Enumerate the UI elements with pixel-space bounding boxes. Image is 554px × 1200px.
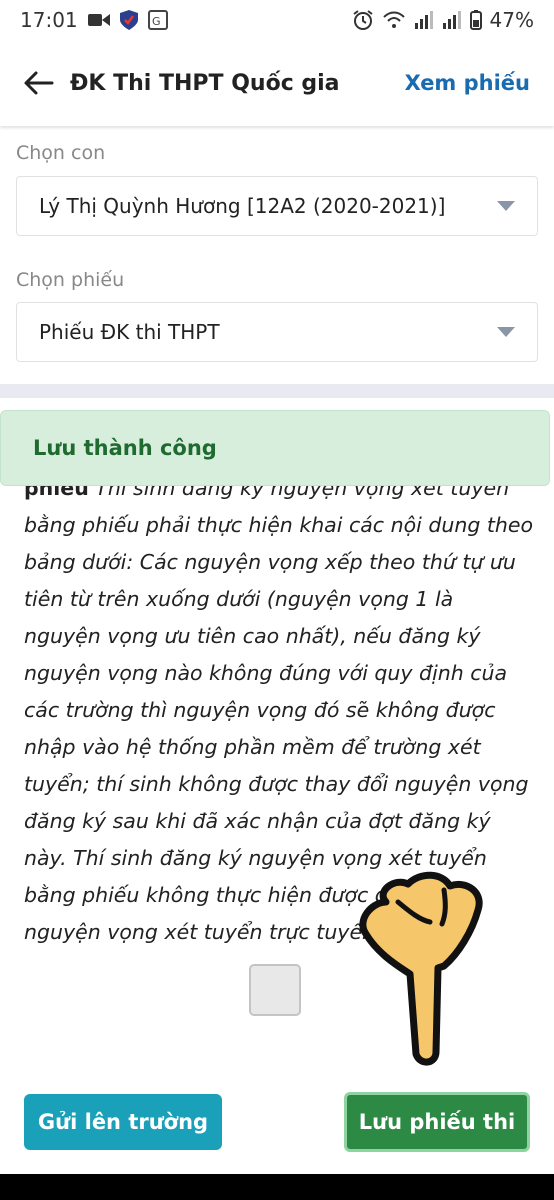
save-button-label: Lưu phiếu thi (358, 1110, 516, 1134)
wifi-icon (382, 11, 406, 29)
signal-icon (442, 11, 462, 29)
battery-percent: 47% (489, 8, 534, 32)
status-right: 47% (352, 8, 534, 32)
back-arrow-icon[interactable] (22, 66, 56, 100)
form-select-label: Chọn phiếu (16, 269, 125, 291)
chevron-down-icon (497, 327, 515, 337)
signal-icon (414, 11, 434, 29)
page-title: ĐK Thi THPT Quốc gia (70, 70, 340, 96)
instructions-text: phiếu Thí sinh đăng ký nguyện vọng xét t… (24, 470, 534, 951)
status-time: 17:01 (20, 8, 78, 32)
save-form-button[interactable]: Lưu phiếu thi (344, 1092, 530, 1152)
toast-message: Lưu thành công (33, 436, 217, 460)
form-select-value: Phiếu ĐK thi THPT (39, 320, 220, 344)
translate-icon: G (147, 10, 168, 30)
shield-icon (119, 10, 138, 30)
status-bar: 17:01 G 47% (0, 0, 554, 40)
instructions-body: Thí sinh đăng ký nguyện vọng xét tuyển b… (24, 476, 534, 944)
child-select-label: Chọn con (16, 142, 106, 164)
confirm-checkbox[interactable] (249, 964, 301, 1016)
view-form-button[interactable]: Xem phiếu (405, 71, 530, 95)
svg-text:G: G (152, 15, 161, 28)
chevron-down-icon (497, 201, 515, 211)
form-select[interactable]: Phiếu ĐK thi THPT (16, 302, 538, 362)
battery-icon (469, 10, 482, 30)
child-select[interactable]: Lý Thị Quỳnh Hương [12A2 (2020-2021)] (16, 176, 538, 236)
success-toast: Lưu thành công (0, 410, 550, 486)
video-icon (87, 12, 110, 28)
send-to-school-button[interactable]: Gửi lên trường (24, 1094, 222, 1150)
section-divider (0, 384, 554, 398)
send-button-label: Gửi lên trường (37, 1110, 209, 1134)
status-left: 17:01 G (20, 8, 168, 32)
alarm-icon (352, 9, 374, 31)
app-bar: ĐK Thi THPT Quốc gia Xem phiếu (0, 40, 554, 126)
navigation-bar (0, 1174, 554, 1200)
child-select-value: Lý Thị Quỳnh Hương [12A2 (2020-2021)] (39, 194, 446, 218)
